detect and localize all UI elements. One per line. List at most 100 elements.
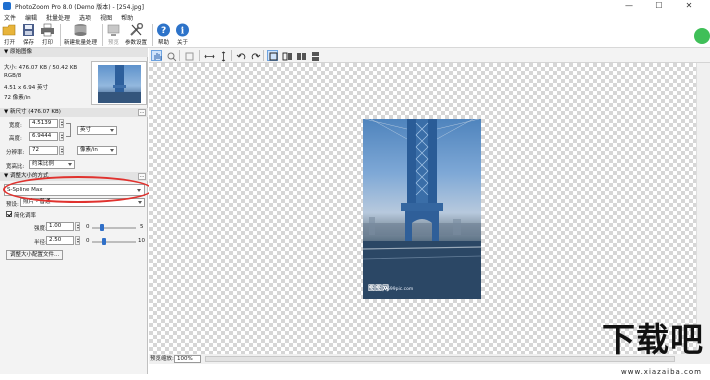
- folder-icon: [2, 23, 17, 37]
- strength-slider-thumb[interactable]: [100, 224, 104, 231]
- view-toolbar-separator: [179, 50, 180, 61]
- menu-help[interactable]: 帮助: [121, 13, 133, 22]
- close-button[interactable]: ✕: [674, 0, 704, 12]
- zoom-tool-icon[interactable]: [165, 50, 177, 62]
- fit-width-icon[interactable]: [203, 50, 215, 61]
- menu-options[interactable]: 选项: [79, 13, 91, 22]
- view-toolbar-separator: [231, 50, 232, 61]
- view-toolbar-separator: [199, 50, 200, 61]
- strength-input[interactable]: 1.00: [46, 222, 74, 231]
- print-button[interactable]: 打印: [40, 23, 55, 47]
- about-button[interactable]: i 关于: [175, 23, 190, 47]
- window-title: PhotoZoom Pro 8.0 (Demo 版本) - [254.jpg]: [15, 3, 144, 11]
- radius-spinner[interactable]: [75, 236, 80, 245]
- toolbar-separator: [102, 24, 104, 46]
- resize-profile-button[interactable]: 调整大小配置文件...: [6, 250, 64, 260]
- resolution-unit-select[interactable]: 像素/in: [77, 146, 117, 155]
- strength-label: 强度:: [34, 226, 47, 232]
- width-label: 宽度:: [9, 123, 22, 129]
- strength-spinner[interactable]: [75, 222, 80, 231]
- zoom-select[interactable]: 100%: [174, 355, 201, 363]
- original-color-mode: RGB/8: [4, 73, 22, 79]
- section-new-size[interactable]: ▼ 新尺寸 (476.07 KB) ...: [0, 108, 148, 117]
- wrench-icon: [129, 22, 144, 37]
- preview-button[interactable]: 预览: [106, 23, 121, 47]
- radius-max: 10: [138, 238, 145, 244]
- settings-button[interactable]: 参数设置: [125, 22, 147, 47]
- original-file-size: 大小: 476.07 KB / 50.42 KB: [4, 65, 78, 71]
- strength-slider-track[interactable]: [92, 227, 136, 229]
- fit-height-icon[interactable]: [217, 50, 228, 62]
- aspect-link-bracket: [66, 123, 71, 137]
- width-spinner[interactable]: [59, 119, 64, 128]
- maximize-button[interactable]: ☐: [644, 0, 674, 12]
- title-bar: PhotoZoom Pro 8.0 (Demo 版本) - [254.jpg] …: [0, 0, 710, 12]
- menu-view[interactable]: 视图: [100, 13, 112, 22]
- view-toolbar: [149, 48, 710, 63]
- height-spinner[interactable]: [59, 132, 64, 141]
- split-view-icon[interactable]: [281, 50, 292, 61]
- new-batch-button[interactable]: 新建批量处理: [64, 23, 97, 47]
- radius-slider-thumb[interactable]: [102, 238, 106, 245]
- rotate-right-icon[interactable]: [249, 50, 261, 61]
- save-disk-icon: [21, 23, 36, 37]
- preview-photo: 图图网 699pic.com: [363, 119, 481, 299]
- radius-label: 半径:: [34, 240, 47, 246]
- thumbnail-photo: [98, 65, 141, 103]
- preview-zoom-label: 预览缩放:: [150, 356, 174, 362]
- batch-stack-icon: [73, 23, 88, 37]
- hand-tool-icon[interactable]: [151, 50, 162, 61]
- width-input[interactable]: 4.5139: [29, 119, 58, 128]
- resolution-input[interactable]: 72: [29, 146, 58, 155]
- svg-text:?: ?: [161, 26, 166, 36]
- preset-label: 预设:: [6, 202, 19, 208]
- svg-text:i: i: [181, 27, 185, 37]
- help-button[interactable]: ? 帮助: [156, 23, 171, 47]
- save-button[interactable]: 保存: [21, 23, 36, 47]
- toolbar-separator: [60, 24, 61, 46]
- enhance-checkbox-label: 简化调率: [14, 213, 37, 219]
- site-url: www.xiazaiba.com: [621, 368, 702, 376]
- strength-max: 5: [140, 224, 144, 230]
- stacked-view-icon[interactable]: [309, 50, 320, 61]
- enhance-checkbox[interactable]: [6, 211, 12, 217]
- radius-min: 0: [86, 238, 90, 244]
- printer-icon: [40, 23, 55, 37]
- menu-batch[interactable]: 批量处理: [46, 13, 70, 22]
- section-more-button[interactable]: ...: [138, 173, 146, 180]
- site-logo: 下载吧: [602, 320, 704, 359]
- rotate-left-icon[interactable]: [235, 50, 246, 61]
- help-question-icon: ?: [156, 23, 171, 37]
- minimize-button[interactable]: —: [614, 0, 644, 12]
- height-input[interactable]: 6.9444: [29, 132, 58, 141]
- highlight-ellipse: [3, 176, 153, 203]
- single-view-icon[interactable]: [267, 50, 278, 61]
- resolution-spinner[interactable]: [59, 146, 64, 155]
- radius-slider-track[interactable]: [92, 241, 136, 243]
- main-toolbar: 打开 保存 打印 新建批量处理 预览 参数设置 ? 帮助 i 关于: [0, 22, 710, 48]
- green-badge-icon: [694, 28, 710, 44]
- toolbar-separator: [152, 24, 154, 46]
- section-original-image[interactable]: ▼ 原始图像: [0, 48, 148, 57]
- menu-bar: 文件 编辑 批量处理 选项 视图 帮助: [0, 12, 710, 22]
- section-more-button[interactable]: ...: [138, 109, 146, 116]
- preview-monitor-icon: [106, 23, 121, 37]
- menu-edit[interactable]: 编辑: [25, 13, 37, 22]
- original-resolution: 72 像素/in: [4, 95, 31, 101]
- view-toolbar-separator: [263, 50, 264, 61]
- resolution-label: 分辨率:: [6, 150, 25, 156]
- aspect-ratio-label: 宽高比:: [6, 164, 25, 170]
- photo-watermark: 图图网: [368, 284, 389, 292]
- aspect-ratio-select[interactable]: 约束比例: [29, 160, 75, 169]
- radius-input[interactable]: 2.50: [46, 236, 74, 245]
- photo-watermark-url: 699pic.com: [387, 287, 414, 292]
- dual-view-icon[interactable]: [295, 50, 306, 61]
- open-button[interactable]: 打开: [2, 23, 17, 47]
- strength-min: 0: [86, 224, 90, 230]
- size-unit-select[interactable]: 英寸: [77, 126, 117, 135]
- app-icon: [3, 2, 11, 10]
- vertical-scrollbar[interactable]: [696, 63, 710, 354]
- crop-tool-icon[interactable]: [183, 50, 194, 61]
- menu-file[interactable]: 文件: [4, 13, 16, 22]
- height-label: 高度:: [9, 136, 22, 142]
